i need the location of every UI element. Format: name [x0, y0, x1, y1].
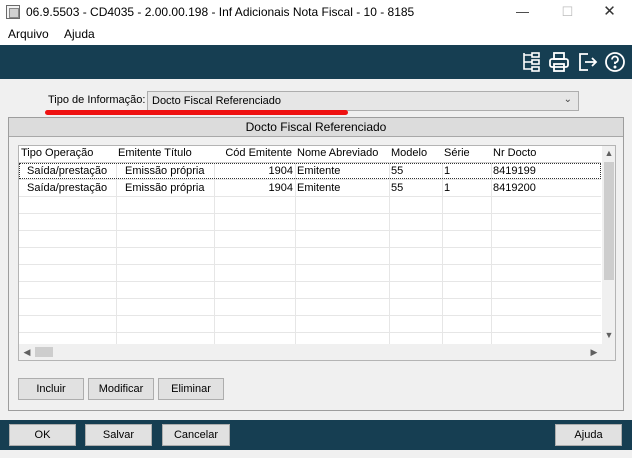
menu-ajuda[interactable]: Ajuda	[64, 27, 95, 41]
print-icon[interactable]	[548, 51, 570, 73]
window-title: 06.9.5503 - CD4035 - 2.00.00.198 - Inf A…	[26, 5, 415, 19]
table-cell: 55	[391, 165, 404, 177]
col-header-tipo-operacao[interactable]: Tipo Operação	[19, 146, 116, 162]
grid-line	[19, 281, 601, 282]
col-header-cod-emitente[interactable]: Cód Emitente	[214, 146, 295, 162]
grid-line	[19, 213, 601, 214]
tipo-informacao-label: Tipo de Informação:	[48, 94, 146, 106]
tipo-informacao-select[interactable]: Docto Fiscal Referenciado ⌄	[147, 91, 579, 111]
toolbar	[0, 45, 632, 79]
footer-bar: OK Salvar Cancelar Ajuda	[0, 420, 632, 450]
tipo-informacao-value: Docto Fiscal Referenciado	[152, 95, 282, 107]
table-cell: 8419200	[493, 182, 536, 194]
grid-line	[19, 298, 601, 299]
main-content: Tipo de Informação: Docto Fiscal Referen…	[0, 79, 632, 420]
table-cell: 1	[444, 182, 451, 194]
modificar-button[interactable]: Modificar	[88, 378, 154, 400]
grid-line	[116, 162, 117, 344]
scroll-up-icon[interactable]: ▲	[602, 148, 615, 158]
col-header-nome-abreviado[interactable]: Nome Abreviado	[295, 146, 389, 162]
highlight-mark	[45, 110, 348, 115]
scroll-corner	[602, 344, 615, 360]
table-cell: Emissão própria	[125, 182, 205, 194]
cancelar-button[interactable]: Cancelar	[162, 424, 230, 446]
table-cell: 1	[444, 165, 451, 177]
tree-structure-icon[interactable]	[520, 51, 542, 73]
table-cell: Saída/prestação	[27, 182, 108, 194]
exit-icon[interactable]	[576, 51, 598, 73]
panel-title: Docto Fiscal Referenciado	[9, 118, 623, 137]
table-cell: 1904	[268, 182, 293, 194]
ajuda-button[interactable]: Ajuda	[555, 424, 622, 446]
docto-panel: Docto Fiscal Referenciado Tipo Operação …	[8, 117, 624, 411]
col-header-serie[interactable]: Série	[442, 146, 491, 162]
app-icon	[6, 5, 20, 19]
horizontal-scrollbar[interactable]: ◀ ▶	[19, 344, 602, 360]
scroll-left-icon[interactable]: ◀	[20, 347, 34, 358]
table-cell: Saída/prestação	[27, 165, 108, 177]
table-cell: Emitente	[297, 165, 341, 177]
table-cell: Emissão própria	[125, 165, 205, 177]
grid-line	[19, 264, 601, 265]
table-cell: 8419199	[493, 165, 536, 177]
table-cell: 1904	[268, 165, 293, 177]
grid-line	[19, 315, 601, 316]
scroll-right-icon[interactable]: ▶	[587, 347, 601, 358]
chevron-down-icon: ⌄	[563, 94, 572, 105]
ok-button[interactable]: OK	[9, 424, 76, 446]
col-header-nr-docto[interactable]: Nr Docto	[491, 146, 601, 162]
col-header-emitente-titulo[interactable]: Emitente Título	[116, 146, 214, 162]
scroll-down-icon[interactable]: ▼	[602, 330, 615, 340]
docto-table[interactable]: Tipo Operação Emitente Título Cód Emiten…	[18, 145, 616, 361]
vertical-scrollbar[interactable]: ▲ ▼	[602, 146, 615, 344]
title-bar: 06.9.5503 - CD4035 - 2.00.00.198 - Inf A…	[0, 0, 632, 25]
help-icon[interactable]	[604, 51, 626, 73]
grid-line	[19, 230, 601, 231]
menu-arquivo[interactable]: Arquivo	[8, 27, 49, 41]
horizontal-scroll-thumb[interactable]	[35, 347, 53, 357]
close-button[interactable]: ✕	[587, 0, 632, 25]
grid-line	[19, 247, 601, 248]
salvar-button[interactable]: Salvar	[85, 424, 152, 446]
table-cell: 55	[391, 182, 404, 194]
menu-bar: Arquivo Ajuda	[0, 25, 632, 44]
table-cell: Emitente	[297, 182, 341, 194]
eliminar-button[interactable]: Eliminar	[158, 378, 224, 400]
grid-line	[19, 332, 601, 333]
vertical-scroll-thumb[interactable]	[604, 162, 614, 280]
minimize-button[interactable]: —	[500, 0, 545, 25]
incluir-button[interactable]: Incluir	[18, 378, 84, 400]
maximize-button[interactable]: ☐	[545, 0, 590, 25]
col-header-modelo[interactable]: Modelo	[389, 146, 442, 162]
window-bottom-edge	[0, 450, 632, 458]
